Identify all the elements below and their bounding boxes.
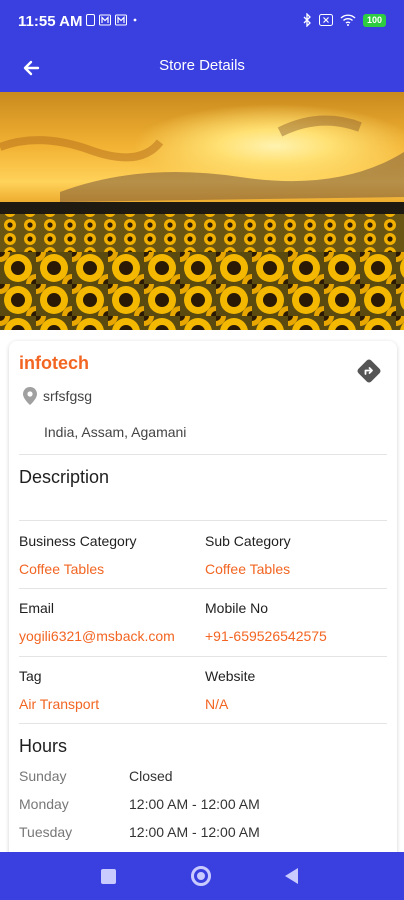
- store-name: infotech: [19, 353, 89, 373]
- hours-time-monday: 12:00 AM - 12:00 AM: [129, 796, 260, 812]
- hours-time-tuesday: 12:00 AM - 12:00 AM: [129, 824, 260, 840]
- dot-icon: [133, 18, 137, 22]
- divider: [19, 656, 387, 657]
- mobile-value[interactable]: +91-659526542575: [205, 628, 327, 644]
- m-icon: [99, 14, 111, 26]
- m-icon: [115, 14, 127, 26]
- back-triangle-icon[interactable]: [285, 868, 298, 884]
- email-value[interactable]: yogili6321@msback.com: [19, 628, 175, 644]
- divider: [19, 454, 387, 455]
- status-bar: 11:55 AM 100: [0, 0, 404, 44]
- sub-category-value: Coffee Tables: [205, 561, 291, 577]
- hours-time-sunday: Closed: [129, 768, 173, 784]
- app-bar: Store Details: [0, 44, 404, 92]
- store-address: India, Assam, Agamani: [44, 424, 187, 440]
- website-label: Website: [205, 668, 256, 684]
- business-category-value: Coffee Tables: [19, 561, 105, 577]
- store-details-card: infotech srfsfgsg India, Assam, Agamani …: [9, 341, 397, 861]
- system-nav-bar: [0, 852, 404, 900]
- location-row: srfsfgsg: [23, 387, 92, 405]
- page-title: Store Details: [159, 57, 245, 74]
- business-category-label: Business Category: [19, 533, 137, 549]
- hours-day-sunday: Sunday: [19, 768, 67, 784]
- divider: [19, 723, 387, 724]
- sunflower-field-image: [0, 92, 404, 330]
- divider: [19, 588, 387, 589]
- location-pin-icon: [23, 387, 37, 405]
- website-value[interactable]: N/A: [205, 696, 228, 712]
- sim-icon: [86, 14, 95, 26]
- status-left-icons: [86, 14, 139, 26]
- description-heading: Description: [19, 467, 110, 487]
- hours-day-monday: Monday: [19, 796, 69, 812]
- tag-value: Air Transport: [19, 696, 100, 712]
- mobile-label: Mobile No: [205, 600, 269, 616]
- divider: [19, 520, 387, 521]
- recents-icon[interactable]: [101, 869, 116, 884]
- status-right-icons: 100: [302, 13, 386, 27]
- bluetooth-icon: [303, 13, 311, 27]
- close-box-icon: [318, 14, 333, 26]
- location-label: srfsfgsg: [43, 388, 93, 404]
- email-label: Email: [19, 600, 55, 616]
- home-icon[interactable]: [191, 866, 211, 886]
- store-banner-image: [0, 92, 404, 330]
- battery-indicator: 100: [362, 13, 386, 27]
- directions-icon[interactable]: [355, 357, 383, 385]
- hours-heading: Hours: [19, 736, 68, 756]
- hours-day-tuesday: Tuesday: [19, 824, 73, 840]
- status-time: 11:55 AM: [18, 13, 83, 30]
- wifi-icon: [340, 14, 356, 26]
- sub-category-label: Sub Category: [205, 533, 291, 549]
- tag-label: Tag: [19, 668, 42, 684]
